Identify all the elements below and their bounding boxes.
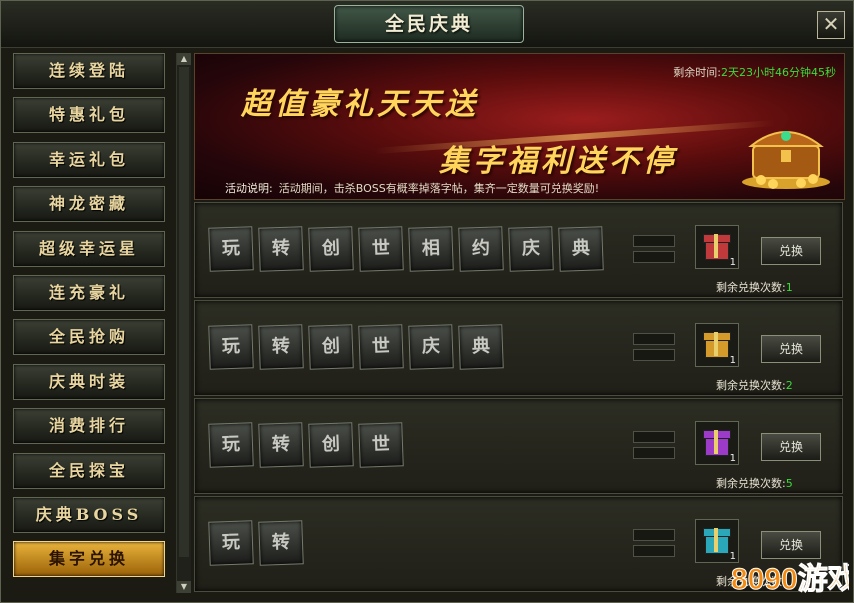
- character-tile: 世: [358, 226, 404, 272]
- title-bar: 全民庆典 ✕: [1, 1, 853, 48]
- character-tile: 创: [308, 422, 354, 468]
- exchange-row: 玩转创世相约庆典 1 兑换 剩余兑换次数:1: [194, 202, 843, 298]
- exchange-button[interactable]: 兑换: [761, 433, 821, 461]
- sidebar-item[interactable]: 神龙密藏: [13, 186, 165, 223]
- activity-text: 活动期间，击杀BOSS有概率掉落字帖，集齐一定数量可兑换奖励!: [278, 182, 600, 195]
- gift-box-icon[interactable]: 1: [695, 421, 739, 465]
- banner-title-1: 超值豪礼天天送: [241, 87, 479, 122]
- event-window: 全民庆典 ✕ 连续登陆特惠礼包幸运礼包神龙密藏超级幸运星连充豪礼全民抢购庆典时装…: [0, 0, 854, 603]
- exchange-row: 玩转创世庆典 1 兑换剩余兑换次数:2: [194, 300, 843, 396]
- remaining-count: 5: [785, 477, 793, 490]
- sidebar-menu: 连续登陆特惠礼包幸运礼包神龙密藏超级幸运星连充豪礼全民抢购庆典时装消费排行全民探…: [13, 53, 169, 586]
- gift-quantity: 1: [729, 355, 736, 366]
- sidebar-item[interactable]: 集字兑换: [13, 541, 165, 578]
- remaining-label: 剩余兑换次数:: [716, 281, 786, 294]
- character-tile: 转: [258, 520, 304, 566]
- slot-bar: [633, 235, 675, 247]
- character-tile: 转: [258, 226, 304, 272]
- close-button[interactable]: ✕: [817, 11, 845, 39]
- gift-box-icon[interactable]: 1: [695, 323, 739, 367]
- gift-quantity: 1: [729, 257, 736, 268]
- gift-ribbon: [714, 528, 718, 552]
- character-tile: 庆: [408, 324, 454, 370]
- character-tiles: 玩转创世庆典: [208, 324, 509, 370]
- character-tile: 典: [558, 226, 604, 272]
- gift-ribbon: [714, 430, 718, 454]
- gift-box-icon[interactable]: 1: [695, 225, 739, 269]
- slot-bar: [633, 431, 675, 443]
- empty-slots: [633, 235, 675, 267]
- exchange-button[interactable]: 兑换: [761, 335, 821, 363]
- remaining-count: 1: [785, 281, 793, 294]
- treasure-chest-icon: [742, 131, 830, 189]
- character-tile: 创: [308, 324, 354, 370]
- activity-description: 活动说明: 活动期间，击杀BOSS有概率掉落字帖，集齐一定数量可兑换奖励!: [225, 180, 599, 196]
- sidebar-item[interactable]: 超级幸运星: [13, 230, 165, 267]
- sidebar-item[interactable]: 庆典时装: [13, 363, 165, 400]
- slot-bar: [633, 545, 675, 557]
- countdown: 剩余时间:2天23小时46分钟45秒: [673, 64, 836, 80]
- character-tile: 玩: [208, 422, 254, 468]
- watermark-logo: 8090游戏: [731, 563, 849, 597]
- remaining-count: 2: [785, 379, 793, 392]
- character-tiles: 玩转创世: [208, 422, 409, 468]
- character-tile: 约: [458, 226, 504, 272]
- exchange-button[interactable]: 兑换: [761, 237, 821, 265]
- window-title: 全民庆典: [334, 5, 524, 43]
- scrollbar[interactable]: ▲ ▼: [176, 53, 191, 593]
- character-tile: 转: [258, 324, 304, 370]
- slot-bar: [633, 529, 675, 541]
- sidebar-item[interactable]: 庆典BOSS: [13, 496, 165, 533]
- sidebar-item[interactable]: 全民探宝: [13, 452, 165, 489]
- slot-bar: [633, 447, 675, 459]
- countdown-label: 剩余时间:: [673, 66, 721, 79]
- character-tile: 创: [308, 226, 354, 272]
- gift-ribbon: [714, 332, 718, 356]
- sidebar-item[interactable]: 消费排行: [13, 408, 165, 445]
- empty-slots: [633, 333, 675, 365]
- sidebar-item[interactable]: 特惠礼包: [13, 97, 165, 134]
- event-banner: 超值豪礼天天送 集字福利送不停 剩余时间:2天23小时46分钟45秒 活动说明:…: [194, 53, 845, 200]
- character-tile: 世: [358, 422, 404, 468]
- sidebar-item[interactable]: 连充豪礼: [13, 274, 165, 311]
- character-tile: 典: [458, 324, 504, 370]
- remaining-exchanges: 剩余兑换次数:2: [716, 377, 793, 393]
- sidebar-item[interactable]: 连续登陆: [13, 53, 165, 89]
- slot-bar: [633, 349, 675, 361]
- character-tiles: 玩转创世相约庆典: [208, 226, 609, 272]
- remaining-label: 剩余兑换次数:: [716, 477, 786, 490]
- sidebar-item[interactable]: 全民抢购: [13, 319, 165, 356]
- gift-ribbon: [714, 234, 718, 258]
- scroll-up-icon[interactable]: ▲: [177, 53, 191, 65]
- character-tile: 庆: [508, 226, 554, 272]
- slot-bar: [633, 333, 675, 345]
- character-tile: 相: [408, 226, 454, 272]
- remaining-exchanges: 剩余兑换次数:5: [716, 475, 793, 491]
- character-tiles: 玩转: [208, 520, 309, 566]
- slot-bar: [633, 251, 675, 263]
- gift-quantity: 1: [729, 453, 736, 464]
- activity-label: 活动说明:: [225, 182, 273, 195]
- remaining-label: 剩余兑换次数:: [716, 379, 786, 392]
- character-tile: 玩: [208, 324, 254, 370]
- sidebar-item[interactable]: 幸运礼包: [13, 141, 165, 178]
- banner-title-2: 集字福利送不停: [439, 144, 677, 179]
- scroll-thumb[interactable]: [179, 67, 189, 557]
- character-tile: 玩: [208, 520, 254, 566]
- scroll-down-icon[interactable]: ▼: [177, 581, 191, 593]
- character-tile: 世: [358, 324, 404, 370]
- watermark-text: 8090游戏: [731, 563, 849, 596]
- empty-slots: [633, 529, 675, 561]
- character-tile: 玩: [208, 226, 254, 272]
- remaining-exchanges: 剩余兑换次数:1: [716, 279, 793, 295]
- character-tile: 转: [258, 422, 304, 468]
- close-icon: ✕: [822, 12, 840, 36]
- countdown-value: 2天23小时46分钟45秒: [721, 66, 836, 79]
- empty-slots: [633, 431, 675, 463]
- exchange-row: 玩转创世 1 兑换剩余兑换次数:5: [194, 398, 843, 494]
